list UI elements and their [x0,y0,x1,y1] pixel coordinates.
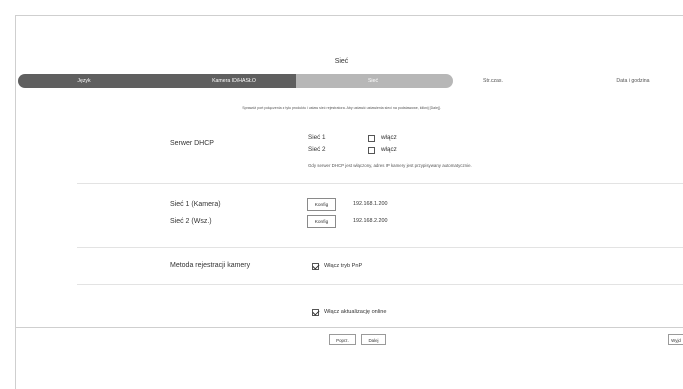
dhcp-net2-checkbox[interactable] [368,147,375,154]
window-frame [15,15,683,389]
dhcp-net1-enable-label: włącz [381,134,397,141]
step-network: Sieć [367,78,379,84]
step-camera-id: Kamera ID/HASŁO [212,78,256,84]
network2-ip: 192.168.2.200 [353,218,388,224]
network1-config-button[interactable]: Konfig [307,198,336,211]
prev-button[interactable]: Poprz. [329,334,356,345]
online-update-label: Włącz aktualizację online [324,309,387,315]
instruction-text: Sprawdź port połączenia z tyłu produktu … [242,106,441,110]
dhcp-note: Gdy serwer DHCP jest włączony, adres IP … [308,163,472,168]
divider [77,284,683,285]
registration-label: Metoda rejestracji kamery [170,262,251,269]
network2-label: Sieć 2 (Wsz.) [170,218,212,225]
dhcp-net2-label: Sieć 2 [308,146,326,153]
network1-label: Sieć 1 (Kamera) [170,201,221,208]
divider [77,247,683,248]
dhcp-net1-label: Sieć 1 [308,134,326,141]
page-title: Sieć [334,58,349,65]
step-time-zone: Str.czas. [483,78,503,84]
step-date-time: Data i godzina [616,78,650,84]
dhcp-label: Serwer DHCP [170,140,214,147]
network1-ip: 192.168.1.200 [353,201,388,207]
pnp-label: Włącz tryb PnP [324,263,363,269]
footer-divider [15,327,683,328]
dhcp-net2-enable-label: włącz [381,146,397,153]
step-language: Język [77,78,91,84]
exit-button[interactable]: Wyjd [668,334,683,345]
divider [77,183,683,184]
online-update-checkbox[interactable] [312,309,319,316]
dhcp-net1-checkbox[interactable] [368,135,375,142]
next-button[interactable]: Dalej [361,334,386,345]
network2-config-button[interactable]: Konfig [307,215,336,228]
pnp-checkbox[interactable] [312,263,319,270]
step-progress-bar: Język Kamera ID/HASŁO Sieć Str.czas. Dat… [18,74,683,88]
